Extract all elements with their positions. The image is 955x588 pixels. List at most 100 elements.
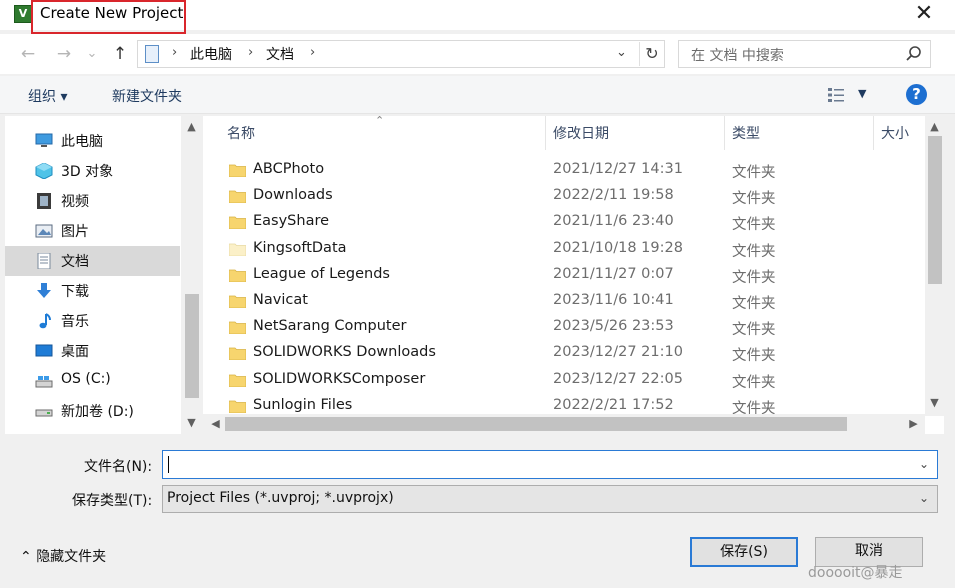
file-type: 文件夹 — [732, 269, 776, 286]
sidebar-item-videos[interactable]: 视频 — [5, 186, 180, 216]
list-item[interactable]: Downloads 2022/2/11 19:58 文件夹 — [203, 184, 923, 210]
file-name: SOLIDWORKSComposer — [253, 370, 426, 387]
folder-icon — [229, 269, 246, 282]
scrollbar-thumb[interactable] — [928, 136, 942, 284]
file-name: Sunlogin Files — [253, 396, 353, 413]
view-options-icon[interactable] — [826, 86, 850, 104]
command-bar: 组织 ▾ 新建文件夹 ▼ ? — [0, 76, 955, 114]
list-item[interactable]: KingsoftData 2021/10/18 19:28 文件夹 — [203, 237, 923, 263]
sidebar-item-label: OS (C:) — [61, 371, 111, 387]
sidebar-item-documents[interactable]: 文档 — [5, 246, 180, 276]
chevron-down-icon[interactable]: ⌄ — [919, 457, 929, 471]
scroll-up-icon[interactable]: ▲ — [181, 118, 202, 136]
sidebar-item-label: 图片 — [61, 224, 89, 240]
list-item[interactable]: SOLIDWORKS Downloads 2023/12/27 21:10 文件夹 — [203, 341, 923, 367]
scroll-left-icon[interactable]: ◀ — [205, 415, 226, 433]
breadcrumb-this-pc[interactable]: 此电脑 — [190, 44, 232, 64]
column-header-size[interactable]: 大小 — [881, 123, 909, 143]
column-header-date[interactable]: 修改日期 — [553, 123, 609, 143]
filetype-select[interactable]: Project Files (*.uvproj; *.uvprojx) ⌄ — [162, 485, 938, 513]
scroll-down-icon[interactable]: ▼ — [181, 414, 202, 432]
refresh-button[interactable]: ↻ — [639, 42, 664, 66]
file-date: 2021/10/18 19:28 — [553, 239, 683, 256]
column-divider[interactable] — [724, 116, 725, 150]
file-date: 2023/12/27 22:05 — [553, 370, 683, 387]
scroll-right-icon[interactable]: ▶ — [903, 415, 924, 433]
pictures-icon — [35, 224, 53, 238]
address-bar[interactable]: › 此电脑 › 文档 › ⌄ ↻ — [137, 40, 665, 68]
file-date: 2023/12/27 21:10 — [553, 344, 683, 361]
folder-icon — [229, 321, 246, 335]
scrollbar-thumb[interactable] — [225, 417, 847, 431]
file-date: 2022/2/11 19:58 — [553, 187, 674, 204]
column-divider[interactable] — [873, 116, 874, 150]
list-item[interactable]: Navicat 2023/11/6 10:41 文件夹 — [203, 289, 923, 315]
3d-objects-icon — [35, 163, 53, 179]
sidebar-item-downloads[interactable]: 下载 — [5, 276, 180, 306]
file-name: SOLIDWORKS Downloads — [253, 344, 436, 361]
file-type: 文件夹 — [732, 296, 776, 312]
sidebar-item-music[interactable]: 音乐 — [5, 306, 180, 336]
scroll-down-icon[interactable]: ▼ — [925, 394, 944, 412]
view-dropdown-icon[interactable]: ▼ — [858, 87, 866, 100]
search-box[interactable]: 在 文档 中搜索 — [678, 40, 931, 68]
help-icon[interactable]: ? — [906, 84, 927, 105]
folder-icon — [229, 400, 246, 413]
documents-icon — [37, 253, 51, 269]
file-type: 文件夹 — [732, 322, 776, 339]
scroll-up-icon[interactable]: ▲ — [925, 118, 944, 136]
sidebar-item-this-pc[interactable]: 此电脑 — [5, 126, 180, 156]
scrollbar-thumb[interactable] — [185, 294, 199, 398]
list-item[interactable]: NetSarang Computer 2023/5/26 23:53 文件夹 — [203, 315, 923, 341]
sidebar-item-pictures[interactable]: 图片 — [5, 216, 180, 246]
file-date: 2023/11/6 10:41 — [553, 292, 674, 308]
breadcrumb-chevron-icon[interactable]: › — [172, 45, 177, 60]
window-title: Create New Project — [40, 4, 184, 22]
folder-icon — [229, 243, 246, 256]
filename-field[interactable]: ⌄ — [162, 450, 938, 479]
organize-menu[interactable]: 组织 ▾ — [28, 86, 67, 106]
sidebar-item-label: 此电脑 — [61, 134, 103, 150]
list-item[interactable]: EasyShare 2021/11/6 23:40 文件夹 — [203, 210, 923, 236]
file-name: League of Legends — [253, 265, 390, 282]
sidebar-item-drive-d[interactable]: 新加卷 (D:) — [5, 396, 180, 426]
folder-icon — [229, 374, 246, 387]
file-list-vertical-scrollbar[interactable]: ▲ ▼ — [925, 116, 944, 416]
forward-button[interactable]: → — [52, 42, 76, 66]
sidebar-item-desktop[interactable]: 桌面 — [5, 336, 180, 366]
recent-locations-button[interactable]: ⌄ — [84, 42, 100, 66]
sidebar-item-label: 桌面 — [61, 344, 89, 360]
breadcrumb-chevron-icon[interactable]: › — [248, 45, 253, 60]
file-list-horizontal-scrollbar[interactable]: ◀ ▶ — [203, 414, 925, 434]
list-item[interactable]: SOLIDWORKSComposer 2023/12/27 22:05 文件夹 — [203, 368, 923, 394]
address-dropdown-icon[interactable]: ⌄ — [616, 45, 627, 60]
file-type: 文件夹 — [732, 165, 776, 181]
save-button[interactable]: 保存(S) — [690, 537, 798, 567]
drive-icon — [35, 409, 53, 417]
close-button[interactable]: ✕ — [906, 0, 942, 30]
column-header-type[interactable]: 类型 — [732, 123, 760, 143]
breadcrumb-chevron-icon[interactable]: › — [310, 45, 315, 60]
hide-folders-toggle[interactable]: ⌃ 隐藏文件夹 — [20, 546, 106, 566]
breadcrumb-documents[interactable]: 文档 — [266, 44, 294, 64]
folder-icon — [229, 164, 246, 177]
sidebar-item-drive-c[interactable]: OS (C:) — [5, 366, 180, 396]
up-button[interactable]: ↑ — [108, 42, 132, 66]
file-name: EasyShare — [253, 213, 330, 230]
sidebar-item-3d-objects[interactable]: 3D 对象 — [5, 156, 180, 186]
back-button[interactable]: ← — [16, 42, 40, 66]
new-folder-button[interactable]: 新建文件夹 — [112, 86, 182, 106]
list-item[interactable]: League of Legends 2021/11/27 0:07 文件夹 — [203, 263, 923, 289]
chevron-down-icon[interactable]: ⌄ — [919, 491, 929, 505]
navigation-pane-scrollbar[interactable]: ▲ ▼ — [181, 116, 202, 434]
chevron-up-icon: ⌃ — [20, 549, 32, 565]
folder-icon — [229, 347, 246, 361]
column-divider[interactable] — [545, 116, 546, 150]
sidebar-item-label: 3D 对象 — [61, 164, 114, 180]
folder-icon — [229, 216, 246, 230]
filetype-value: Project Files (*.uvproj; *.uvprojx) — [167, 490, 394, 506]
documents-location-icon — [145, 45, 159, 63]
list-item[interactable]: ABCPhoto 2021/12/27 14:31 文件夹 — [203, 158, 923, 184]
column-header-name[interactable]: 名称 — [227, 123, 255, 143]
filename-label: 文件名(N): — [84, 459, 153, 475]
